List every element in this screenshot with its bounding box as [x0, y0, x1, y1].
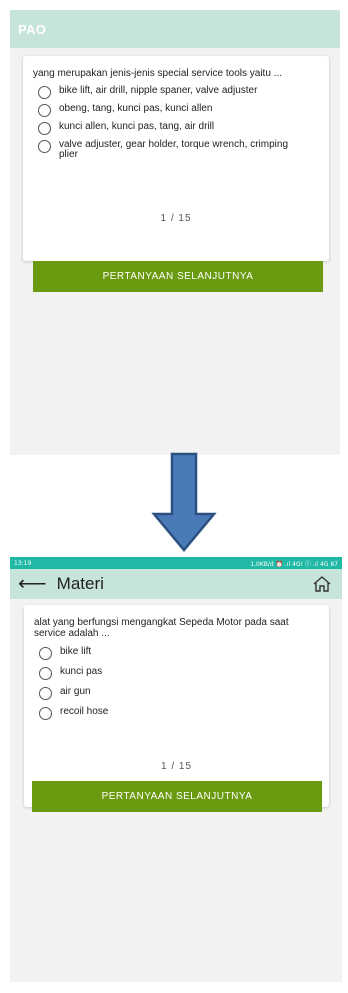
answer-option[interactable]: kunci pas	[39, 667, 329, 680]
app-title: PAO	[18, 21, 47, 37]
answer-label: recoil hose	[60, 706, 109, 717]
radio-icon[interactable]	[38, 86, 51, 99]
question-counter: 1 / 15	[160, 213, 192, 224]
question-text: yang merupakan jenis-jenis special servi…	[33, 68, 283, 79]
radio-icon[interactable]	[39, 687, 52, 700]
radio-icon[interactable]	[38, 122, 51, 135]
radio-icon[interactable]	[38, 140, 51, 153]
down-arrow-icon	[151, 452, 217, 552]
toolbar: ⟵ Materi	[10, 569, 342, 599]
radio-icon[interactable]	[38, 104, 51, 117]
answer-label: bike lift, air drill, nipple spaner, val…	[59, 85, 258, 96]
answer-label: kunci pas	[60, 666, 103, 677]
quiz-screen-1: PAO yang merupakan jenis-jenis special s…	[10, 10, 340, 455]
radio-icon[interactable]	[39, 647, 52, 660]
radio-icon[interactable]	[39, 667, 52, 680]
home-icon[interactable]	[312, 575, 332, 593]
status-bar: 13:19 1,0KB/d ⏰ .ıl 4G! ⓡ .ıl 4G 87	[10, 557, 342, 569]
answer-label: valve adjuster, gear holder, torque wren…	[59, 139, 289, 160]
next-question-button[interactable]: PERTANYAAN SELANJUTNYA	[32, 781, 322, 812]
page-title: Materi	[56, 574, 104, 593]
answer-label: bike lift	[60, 646, 92, 657]
answer-option[interactable]: air gun	[39, 687, 329, 700]
answer-option[interactable]: kunci allen, kunci pas, tang, air drill	[38, 122, 329, 135]
answer-option[interactable]: valve adjuster, gear holder, torque wren…	[38, 140, 329, 160]
answer-option[interactable]: bike lift, air drill, nipple spaner, val…	[38, 86, 329, 99]
question-text: alat yang berfungsi mengangkat Sepeda Mo…	[34, 617, 289, 639]
answer-options: bike lift, air drill, nipple spaner, val…	[23, 79, 329, 160]
answer-options: bike lift kunci pas air gun recoil hose	[24, 639, 329, 720]
answer-option[interactable]: recoil hose	[39, 707, 329, 720]
question-card: alat yang berfungsi mengangkat Sepeda Mo…	[24, 605, 329, 807]
radio-icon[interactable]	[39, 707, 52, 720]
answer-option[interactable]: obeng, tang, kunci pas, kunci allen	[38, 104, 329, 117]
answer-label: air gun	[60, 686, 91, 697]
app-bar: PAO	[10, 10, 340, 48]
answer-label: obeng, tang, kunci pas, kunci allen	[59, 103, 213, 114]
back-arrow-icon[interactable]: ⟵	[18, 574, 47, 594]
status-indicators: 1,0KB/d ⏰ .ıl 4G! ⓡ .ıl 4G 87	[250, 560, 338, 568]
question-counter: 1 / 15	[160, 761, 193, 772]
status-time: 13:19	[14, 559, 32, 567]
question-card: yang merupakan jenis-jenis special servi…	[23, 56, 329, 261]
answer-option[interactable]: bike lift	[39, 647, 329, 660]
quiz-screen-2: 13:19 1,0KB/d ⏰ .ıl 4G! ⓡ .ıl 4G 87 ⟵ Ma…	[10, 557, 342, 982]
answer-label: kunci allen, kunci pas, tang, air drill	[59, 121, 215, 132]
next-question-button[interactable]: PERTANYAAN SELANJUTNYA	[33, 261, 323, 292]
